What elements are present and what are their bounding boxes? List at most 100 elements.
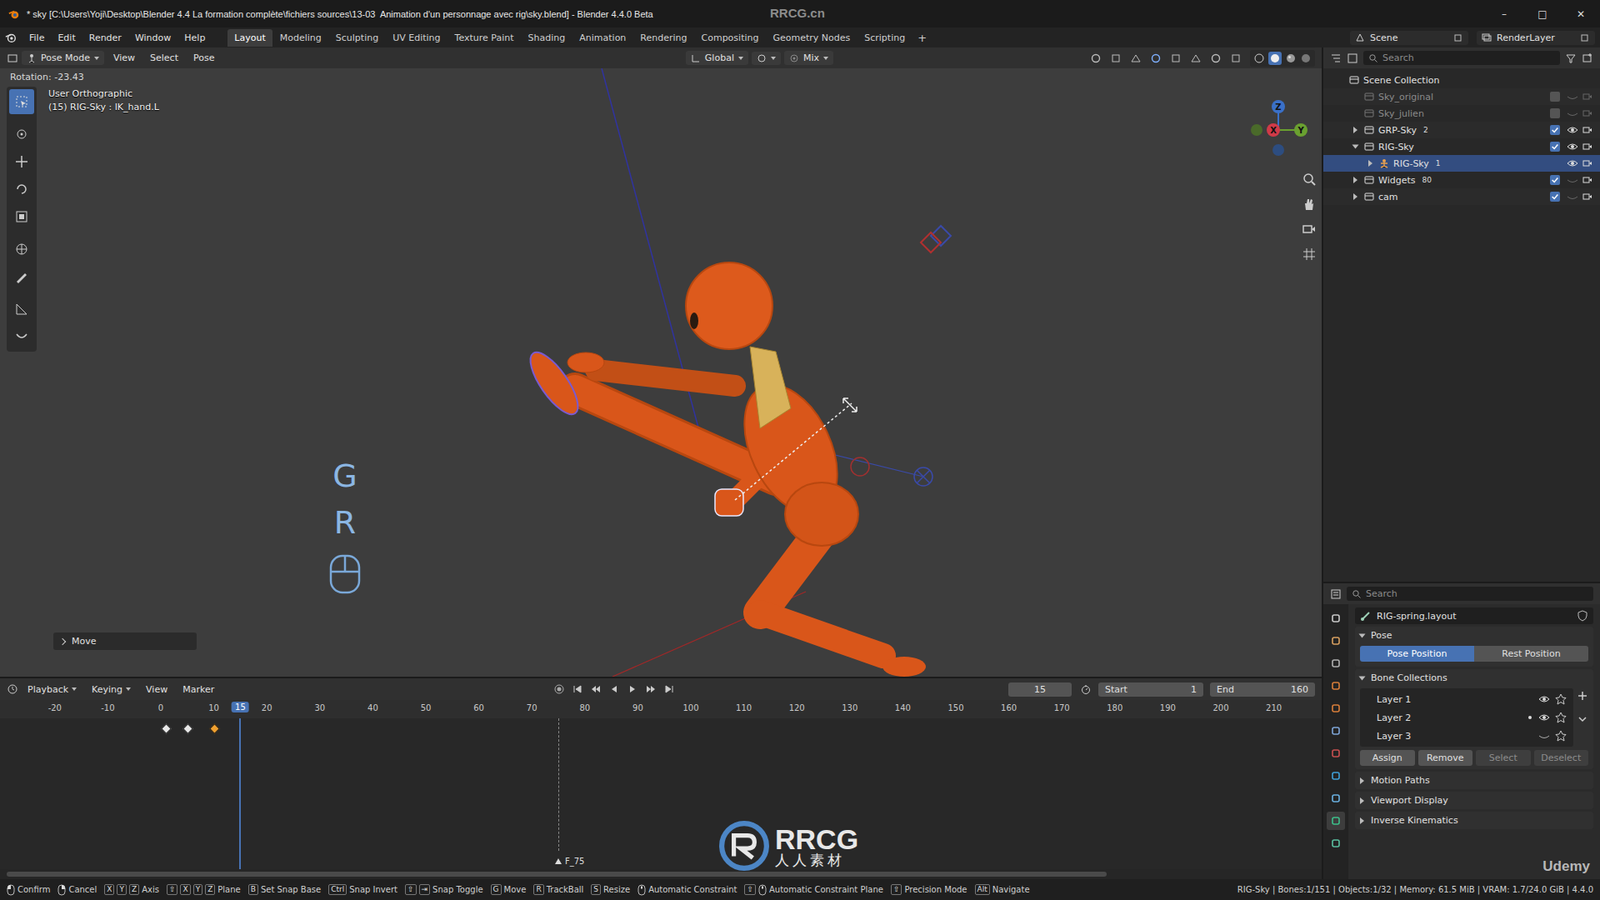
mode-dropdown[interactable]: Pose Mode: [21, 50, 105, 65]
exclude-checkbox[interactable]: [1550, 125, 1560, 135]
outliner-row[interactable]: RIG-Sky 1: [1323, 155, 1600, 172]
panel-header[interactable]: Pose: [1355, 626, 1594, 645]
properties-tab[interactable]: [1326, 654, 1345, 673]
window-control-button[interactable]: ✕: [1561, 0, 1600, 28]
header-toggle-icon[interactable]: [1190, 52, 1202, 65]
outliner-row[interactable]: Scene Collection: [1323, 71, 1600, 89]
outliner-row[interactable]: RIG-Sky: [1323, 138, 1600, 155]
eye-closed-icon[interactable]: [1538, 730, 1550, 742]
header-toggle-icon[interactable]: [1170, 52, 1182, 65]
window-control-button[interactable]: □: [1523, 0, 1562, 28]
outliner-row[interactable]: cam: [1323, 188, 1600, 205]
expand-toggle[interactable]: [1365, 160, 1375, 167]
header-toggle-icon[interactable]: [1130, 52, 1142, 65]
header-toggle-icon[interactable]: [1090, 52, 1102, 65]
tool-button[interactable]: [9, 236, 35, 262]
bone-collection-row[interactable]: Layer 3: [1360, 726, 1574, 745]
expand-toggle[interactable]: [1350, 176, 1360, 184]
add-icon[interactable]: [1576, 690, 1589, 702]
marker[interactable]: F_75: [555, 856, 585, 866]
workspace-tab[interactable]: UV Editing: [385, 29, 447, 47]
timeline-scrollbar[interactable]: [0, 869, 1322, 880]
current-frame-field[interactable]: 15: [1008, 682, 1072, 697]
jump-end-icon[interactable]: [663, 683, 675, 695]
more-icon[interactable]: [1576, 713, 1589, 725]
workspace-tab[interactable]: Geometry Nodes: [765, 29, 857, 47]
properties-tab[interactable]: [1326, 811, 1345, 830]
workspace-tab[interactable]: Sculpting: [329, 29, 385, 47]
eye-closed-icon[interactable]: [1566, 174, 1579, 186]
play-reverse-icon[interactable]: [608, 683, 620, 695]
last-operator-panel[interactable]: Move: [53, 632, 197, 650]
exclude-checkbox[interactable]: [1550, 175, 1560, 185]
workspace-tab[interactable]: Compositing: [695, 29, 766, 47]
tool-button[interactable]: [9, 149, 35, 175]
navigation-gizmo[interactable]: ZYX: [1245, 96, 1312, 166]
outliner-search[interactable]: Search: [1363, 50, 1560, 65]
outliner-row[interactable]: Widgets 80: [1323, 171, 1600, 189]
expand-toggle[interactable]: [1350, 143, 1360, 150]
workspace-tab[interactable]: Modeling: [273, 29, 329, 47]
grid-icon[interactable]: [1301, 246, 1317, 262]
render-camera-icon[interactable]: [1581, 157, 1594, 170]
keyframe[interactable]: [160, 723, 172, 735]
menu-item[interactable]: File: [23, 30, 50, 46]
eye-open-icon[interactable]: [1538, 711, 1550, 724]
exclude-checkbox[interactable]: [1550, 91, 1560, 102]
add-workspace-button[interactable]: +: [912, 30, 932, 46]
eye-open-icon[interactable]: [1566, 124, 1579, 136]
render-camera-icon[interactable]: [1581, 90, 1594, 103]
bone-collection-row[interactable]: Layer 1: [1360, 690, 1574, 709]
properties-tab[interactable]: [1326, 834, 1345, 853]
start-frame-field[interactable]: Start1: [1098, 682, 1204, 697]
fake-user-icon[interactable]: [1576, 610, 1589, 622]
filter-icon[interactable]: [1565, 52, 1577, 65]
display-mode-icon[interactable]: [1346, 52, 1359, 65]
keyframe-area[interactable]: F_75: [0, 718, 1322, 870]
keyframe[interactable]: [182, 723, 194, 735]
end-frame-field[interactable]: End160: [1210, 682, 1315, 697]
header-toggle-icon[interactable]: [1110, 52, 1122, 65]
properties-tab[interactable]: [1326, 789, 1345, 808]
tool-button[interactable]: [9, 204, 35, 230]
timeline-menu[interactable]: View: [140, 681, 174, 698]
pivot-dropdown[interactable]: [751, 51, 781, 65]
viewport-menu[interactable]: View: [107, 50, 141, 66]
tool-button[interactable]: [9, 324, 35, 350]
viewport-menu[interactable]: Pose: [187, 50, 220, 66]
properties-tab[interactable]: [1326, 721, 1345, 740]
view-layer-selector[interactable]: RenderLayer: [1476, 30, 1595, 45]
render-camera-icon[interactable]: [1581, 190, 1594, 203]
properties-tab[interactable]: [1326, 766, 1345, 785]
jump-start-icon[interactable]: [571, 683, 584, 695]
outliner-row[interactable]: GRP-Sky 2: [1323, 121, 1600, 139]
timeline-menu[interactable]: Marker: [176, 681, 220, 698]
eye-closed-icon[interactable]: [1566, 107, 1579, 120]
next-key-icon[interactable]: [645, 683, 657, 695]
zoom-icon[interactable]: [1301, 171, 1317, 187]
armature-datablock[interactable]: RIG-spring.layout: [1355, 607, 1594, 625]
eye-closed-icon[interactable]: [1566, 90, 1579, 103]
exclude-checkbox[interactable]: [1550, 108, 1560, 119]
keyframe[interactable]: [209, 723, 220, 735]
exclude-checkbox[interactable]: [1550, 191, 1560, 202]
tool-button[interactable]: [9, 121, 35, 147]
viewport-menu[interactable]: Select: [144, 50, 185, 66]
render-camera-icon[interactable]: [1581, 174, 1594, 186]
solo-star-icon[interactable]: [1555, 711, 1567, 724]
copy-icon[interactable]: [1580, 32, 1590, 43]
outliner-row[interactable]: Sky_original: [1323, 88, 1600, 105]
expand-toggle[interactable]: [1350, 126, 1360, 134]
pose-option-button[interactable]: Rest Position: [1474, 645, 1589, 662]
play-icon[interactable]: [626, 683, 639, 695]
scene-selector[interactable]: Scene: [1350, 30, 1469, 45]
eye-closed-icon[interactable]: [1566, 190, 1579, 203]
timeline-menu[interactable]: Keying: [85, 681, 137, 698]
tool-button[interactable]: [9, 176, 35, 202]
solid-shading-icon[interactable]: [1269, 52, 1281, 65]
viewport-canvas[interactable]: Rotation: -23.43 User Orthographic (15) …: [0, 68, 1322, 677]
header-toggle-icon[interactable]: [1230, 52, 1242, 65]
properties-search[interactable]: Search: [1346, 586, 1594, 601]
properties-tab[interactable]: [1326, 631, 1345, 650]
copy-icon[interactable]: [1453, 32, 1464, 43]
